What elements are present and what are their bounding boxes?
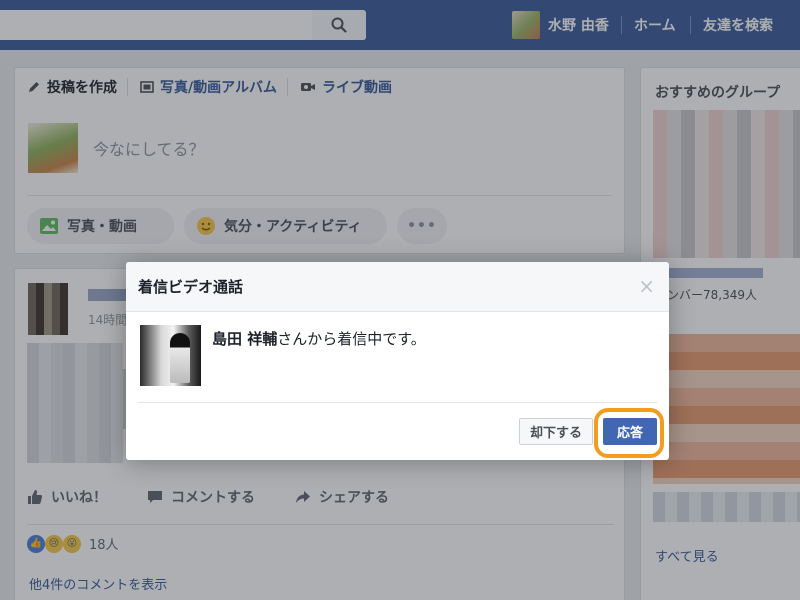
dialog-title: 着信ビデオ通話 [138, 278, 244, 296]
dialog-divider [138, 402, 657, 403]
decline-button[interactable]: 却下する [519, 418, 593, 445]
caller-avatar [140, 325, 201, 386]
incoming-video-call-dialog: 着信ビデオ通話 × 島田 祥輔さんから着信中です。 却下する 応答 [126, 262, 669, 460]
caller-figure [170, 333, 190, 383]
call-message: 島田 祥輔さんから着信中です。 [212, 328, 426, 349]
answer-highlight-ring [594, 408, 664, 458]
call-message-text: さんから着信中です。 [277, 330, 426, 348]
close-icon[interactable]: × [638, 276, 655, 296]
caller-name: 島田 祥輔 [212, 330, 278, 348]
dialog-header: 着信ビデオ通話 × [126, 262, 669, 312]
